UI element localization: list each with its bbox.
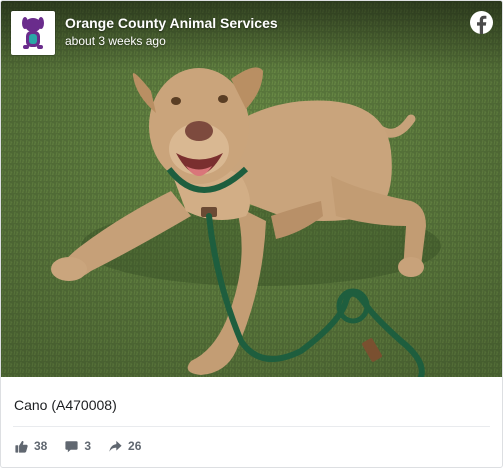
share-count: 26 <box>128 439 142 453</box>
comment-count-button[interactable]: 3 <box>65 439 91 453</box>
engagement-bar: 38 3 26 <box>15 438 159 454</box>
divider <box>13 426 490 427</box>
facebook-post-embed: Orange County Animal Services about 3 we… <box>0 0 503 468</box>
share-arrow-icon <box>109 440 122 452</box>
comment-count: 3 <box>84 439 92 453</box>
comment-bubble-icon <box>65 440 78 452</box>
page-avatar[interactable] <box>11 11 55 55</box>
thumbs-up-icon <box>15 440 28 453</box>
facebook-icon[interactable] <box>470 11 493 34</box>
page-name[interactable]: Orange County Animal Services <box>65 15 278 31</box>
post-timestamp[interactable]: about 3 weeks ago <box>65 34 166 48</box>
post-caption: Cano (A470008) <box>14 397 117 413</box>
dog-logo-icon <box>22 17 44 49</box>
like-count: 38 <box>34 439 48 453</box>
like-count-button[interactable]: 38 <box>15 439 47 453</box>
post-header: Orange County Animal Services about 3 we… <box>1 1 502 61</box>
share-count-button[interactable]: 26 <box>109 439 141 453</box>
